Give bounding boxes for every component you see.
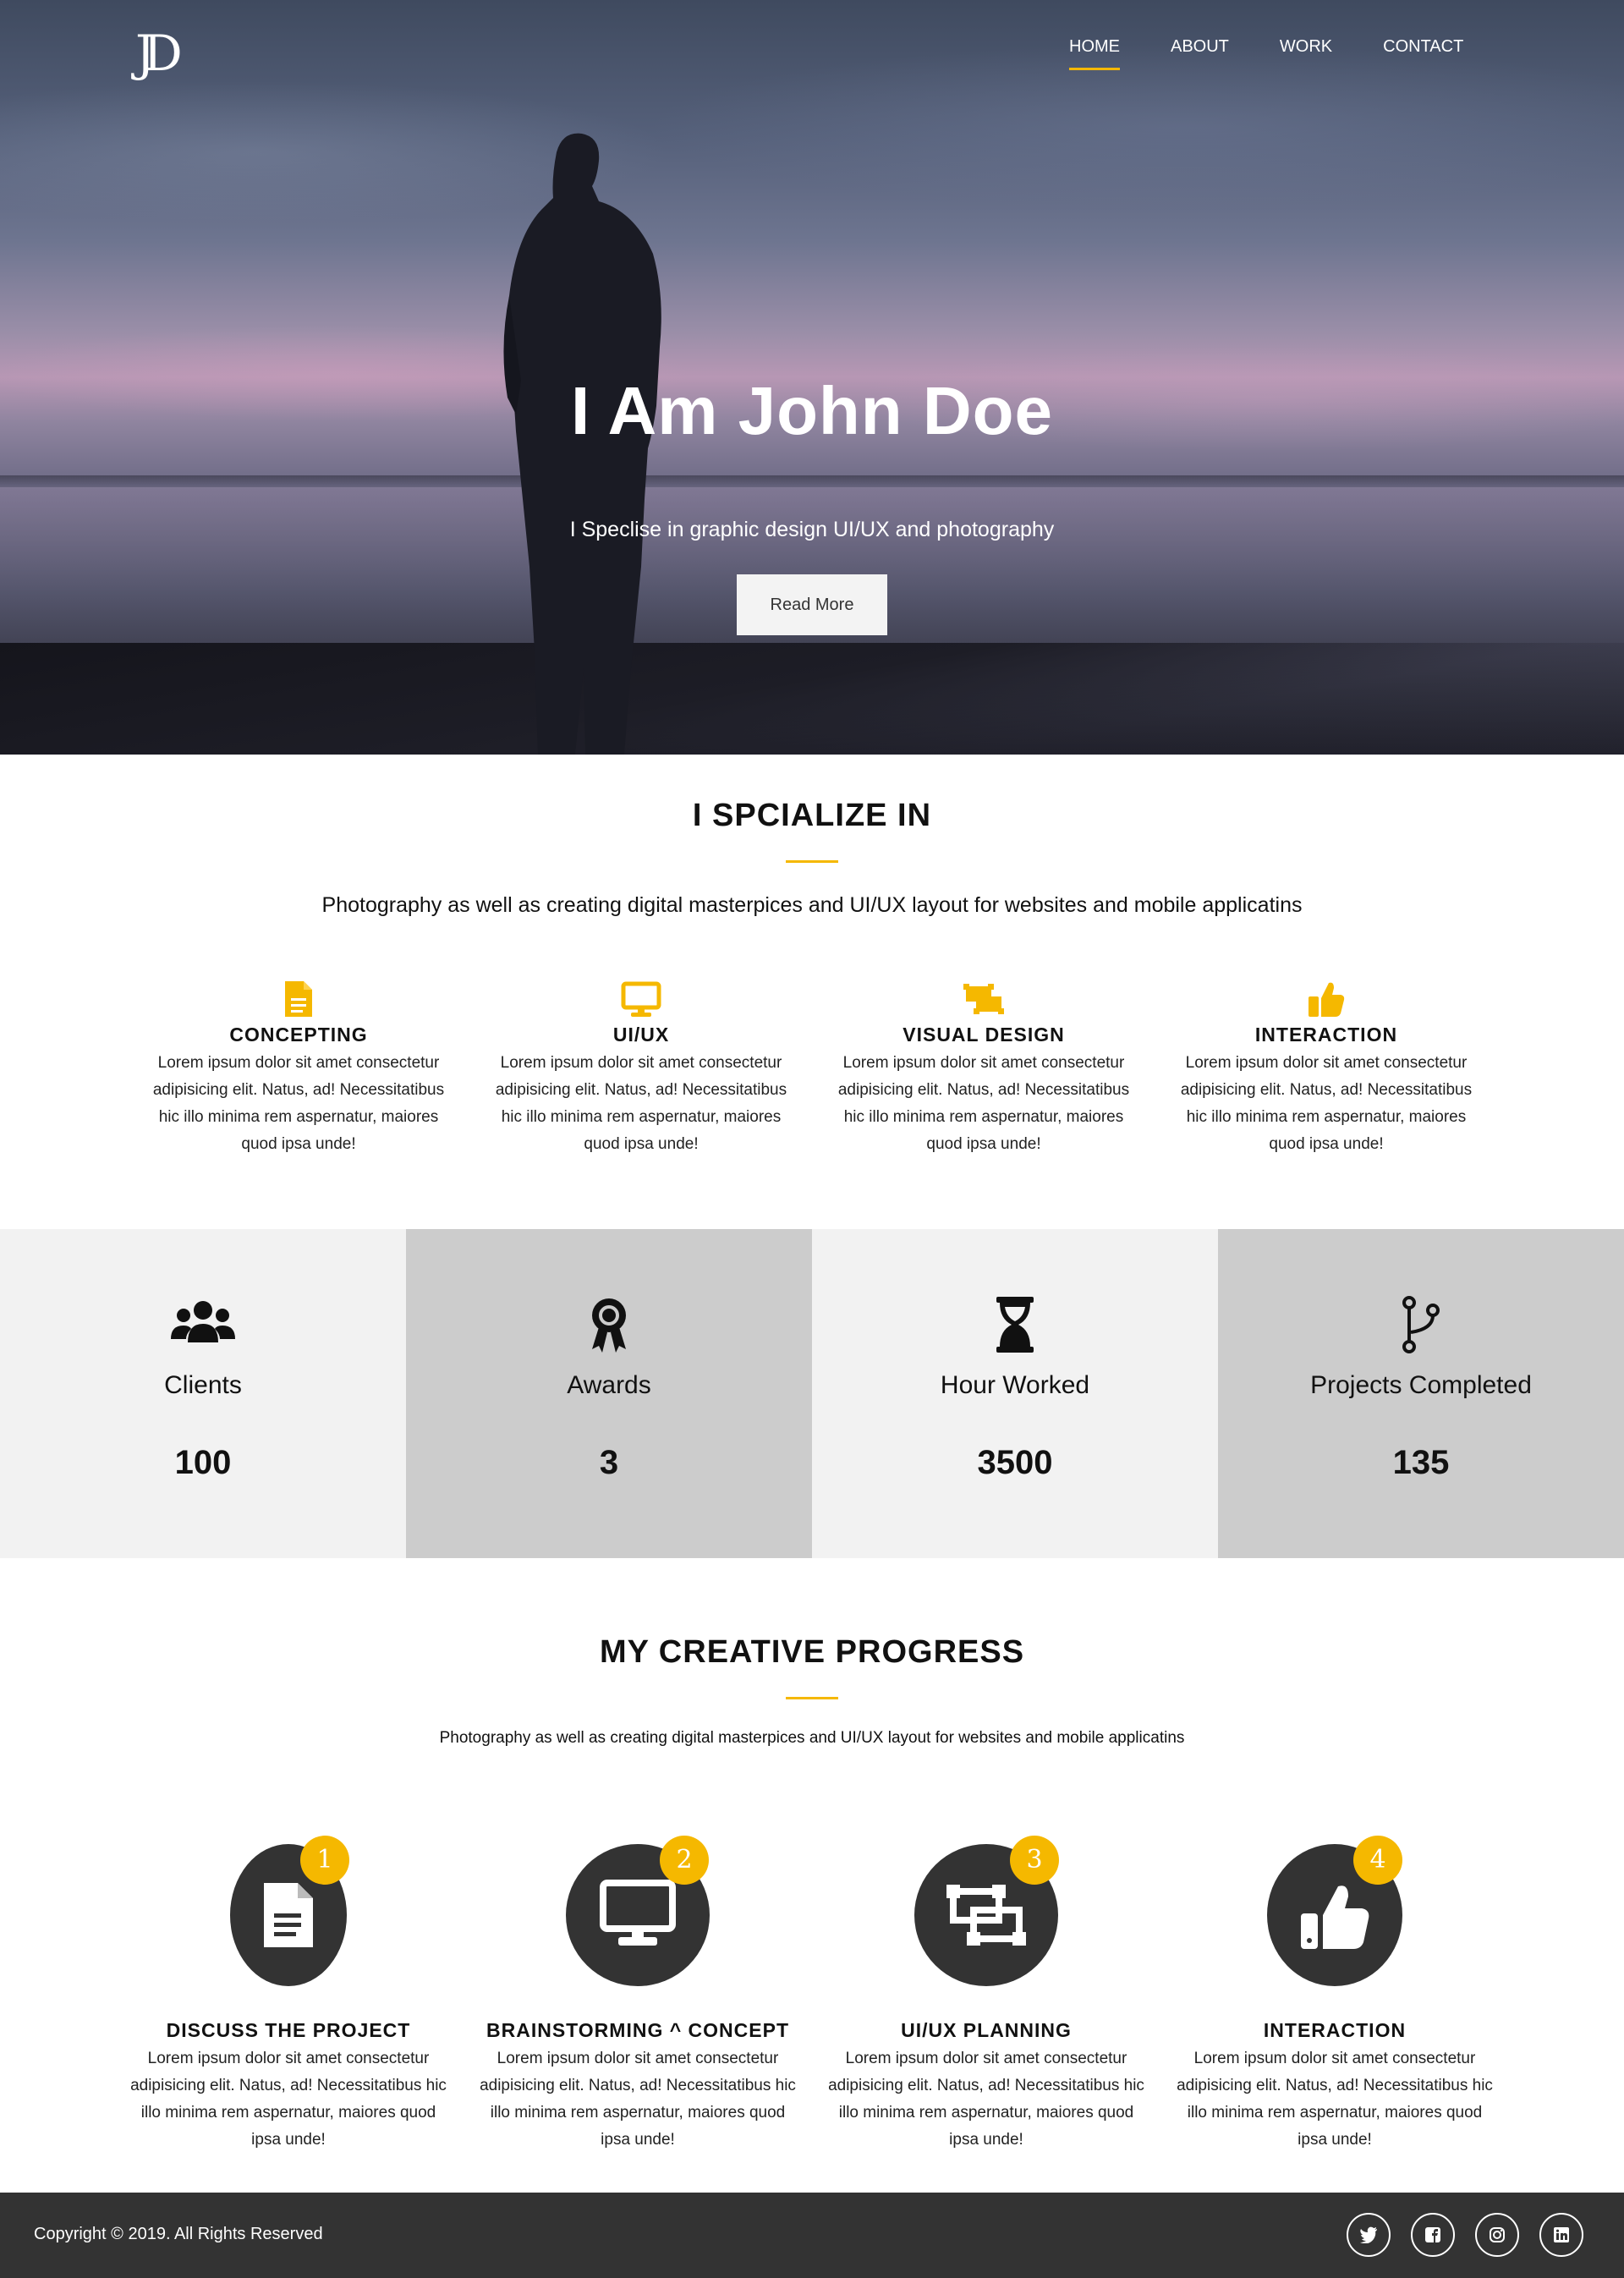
- nav-contact[interactable]: CONTACT: [1383, 34, 1463, 70]
- logo[interactable]: JD: [135, 24, 211, 83]
- desktop-icon: [600, 1880, 676, 1946]
- process-step-circle: 1: [230, 1836, 349, 1986]
- facebook-icon: [1425, 2227, 1440, 2242]
- stat-hours: Hour Worked 3500: [812, 1229, 1218, 1558]
- stat-value: 3500: [977, 1444, 1053, 1481]
- copyright-text: Copyright © 2019. All Rights Reserved: [34, 2225, 323, 2243]
- specialize-item-text: Lorem ipsum dolor sit amet consectetur a…: [152, 1054, 445, 1153]
- stat-label: Clients: [164, 1371, 242, 1399]
- process-step-text: Lorem ipsum dolor sit amet consectetur a…: [1177, 2050, 1493, 2149]
- stat-label: Projects Completed: [1310, 1371, 1532, 1399]
- process-step-text: Lorem ipsum dolor sit amet consectetur a…: [130, 2050, 447, 2149]
- specialize-item-title: UI/UX: [612, 1024, 670, 1046]
- specialize-description: Photography as well as creating digital …: [321, 893, 1303, 917]
- process-step-text: Lorem ipsum dolor sit amet consectetur a…: [480, 2050, 796, 2149]
- specialize-item-title: VISUAL DESIGN: [903, 1024, 1065, 1046]
- stat-value: 135: [1392, 1444, 1450, 1481]
- facebook-link[interactable]: [1411, 2213, 1455, 2257]
- process-title: MY CREATIVE PROGRESS: [599, 1634, 1025, 1670]
- thumbs-up-icon: [1301, 1886, 1369, 1949]
- stat-value: 3: [599, 1444, 619, 1481]
- users-icon: [171, 1301, 235, 1342]
- linkedin-link[interactable]: [1539, 2213, 1583, 2257]
- nav-about[interactable]: ABOUT: [1171, 34, 1229, 70]
- twitter-icon: [1360, 2226, 1377, 2243]
- step-number-badge: 2: [660, 1836, 709, 1885]
- specialize-item-title: INTERACTION: [1254, 1024, 1398, 1046]
- hero-horizon: [0, 475, 1624, 487]
- specialize-divider: [786, 860, 838, 863]
- process-step-title: UI/UX PLANNING: [901, 2019, 1072, 2041]
- stat-clients: Clients 100: [0, 1229, 406, 1558]
- hourglass-icon: [996, 1297, 1034, 1353]
- process-step-4: 4 INTERACTION Lorem ipsum dolor sit amet…: [1174, 1836, 1495, 2154]
- stat-projects: Projects Completed 135: [1218, 1229, 1624, 1558]
- process-step-circle: 3: [914, 1836, 1059, 1986]
- step-number-badge: 4: [1353, 1836, 1402, 1885]
- read-more-button[interactable]: Read More: [737, 574, 887, 635]
- process-step-circle: 2: [566, 1836, 710, 1986]
- process-step-text: Lorem ipsum dolor sit amet consectetur a…: [828, 2050, 1144, 2149]
- hero-subtitle: I Speclise in graphic design UI/UX and p…: [569, 518, 1055, 541]
- instagram-link[interactable]: [1475, 2213, 1519, 2257]
- main-nav: HOME ABOUT WORK CONTACT: [1049, 34, 1463, 70]
- stat-value: 100: [174, 1444, 232, 1481]
- specialize-item-interaction: INTERACTION Lorem ipsum dolor sit amet c…: [1170, 980, 1483, 1158]
- nav-work[interactable]: WORK: [1280, 34, 1332, 70]
- footer: Copyright © 2019. All Rights Reserved: [0, 2193, 1624, 2278]
- specialize-item-text: Lorem ipsum dolor sit amet consectetur a…: [837, 1054, 1130, 1153]
- specialize-item-uiux: UI/UX Lorem ipsum dolor sit amet consect…: [485, 980, 798, 1158]
- specialize-item-text: Lorem ipsum dolor sit amet consectetur a…: [495, 1054, 787, 1153]
- process-step-title: INTERACTION: [1263, 2019, 1407, 2041]
- process-step-title: BRAINSTORMING ^ CONCEPT: [486, 2019, 790, 2041]
- document-icon: [264, 1883, 313, 1947]
- object-ungroup-icon: [946, 1885, 1026, 1946]
- hero-title: I Am John Doe: [570, 373, 1054, 448]
- hero-section: JD HOME ABOUT WORK CONTACT I Am John Doe…: [0, 0, 1624, 755]
- nav-home[interactable]: HOME: [1069, 34, 1120, 70]
- process-divider: [786, 1697, 838, 1699]
- process-step-title: DISCUSS THE PROJECT: [166, 2019, 411, 2041]
- stat-awards: Awards 3: [406, 1229, 812, 1558]
- specialize-item-visual-design: VISUAL DESIGN Lorem ipsum dolor sit amet…: [827, 980, 1140, 1158]
- step-number-badge: 3: [1010, 1836, 1059, 1885]
- process-step-3: 3 UI/UX PLANNING Lorem ipsum dolor sit a…: [826, 1836, 1147, 2154]
- stat-label: Hour Worked: [940, 1371, 1090, 1399]
- thumbs-up-icon: [1309, 982, 1345, 1017]
- step-number-badge: 1: [300, 1836, 349, 1885]
- desktop-icon: [621, 981, 661, 1017]
- document-icon: [285, 981, 312, 1017]
- process-step-1: 1 DISCUSS THE PROJECT Lorem ipsum dolor …: [128, 1836, 449, 2154]
- linkedin-icon: [1554, 2227, 1569, 2242]
- twitter-link[interactable]: [1347, 2213, 1391, 2257]
- hero-shore: [0, 643, 1624, 755]
- specialize-item-title: CONCEPTING: [229, 1024, 368, 1046]
- process-step-circle: 4: [1267, 1836, 1402, 1986]
- object-ungroup-icon: [963, 984, 1004, 1014]
- specialize-item-concepting: CONCEPTING Lorem ipsum dolor sit amet co…: [142, 980, 455, 1158]
- process-step-2: 2 BRAINSTORMING ^ CONCEPT Lorem ipsum do…: [477, 1836, 798, 2154]
- code-branch-icon: [1402, 1296, 1440, 1353]
- specialize-item-text: Lorem ipsum dolor sit amet consectetur a…: [1180, 1054, 1473, 1153]
- process-description: Photography as well as creating digital …: [439, 1729, 1185, 1747]
- stat-label: Awards: [567, 1371, 651, 1399]
- specialize-title: I SPCIALIZE IN: [692, 798, 932, 833]
- award-icon: [592, 1298, 626, 1353]
- instagram-icon: [1490, 2227, 1505, 2242]
